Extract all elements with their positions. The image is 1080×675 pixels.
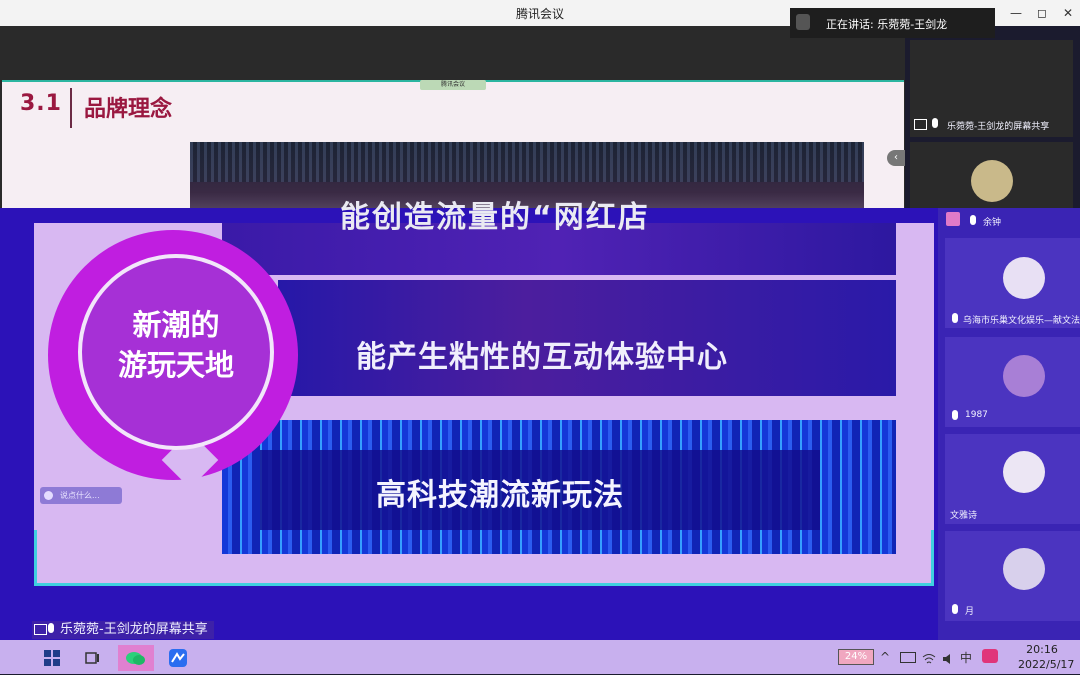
collapse-arrow-icon[interactable]: ‹: [887, 150, 905, 166]
avatar: [1003, 548, 1045, 590]
mic-off-icon: [952, 313, 958, 323]
ime-indicator[interactable]: 中: [960, 649, 972, 666]
clock[interactable]: 20:16 2022/5/17: [1018, 642, 1075, 672]
avatar: [1003, 451, 1045, 493]
participant-name: 乌海市乐巢文化娱乐—献文法: [963, 316, 1080, 326]
volume-icon[interactable]: [942, 650, 954, 664]
mic-off-icon: [952, 410, 958, 420]
emoji-icon[interactable]: [44, 491, 53, 500]
clock-date: 2022/5/17: [1018, 658, 1075, 671]
section-name: 品牌理念: [84, 97, 173, 122]
participant-name: 文雅诗: [950, 511, 978, 521]
participant-name: 余钟: [983, 218, 1002, 228]
participant-tile[interactable]: [910, 142, 1073, 212]
tencent-meeting-icon[interactable]: [160, 645, 196, 671]
participant-name: 乐菀菀-王剑龙的屏幕共享: [947, 122, 1050, 132]
participant-name: 月: [965, 607, 975, 617]
screen-share-icon: [914, 119, 927, 130]
circle-text: 新潮的 游玩天地: [117, 308, 234, 382]
section-divider: [70, 88, 72, 128]
mic-icon: [48, 623, 54, 633]
task-view-icon[interactable]: [84, 650, 102, 666]
share-tag[interactable]: 腾讯会议: [420, 80, 486, 90]
mic-icon: [970, 215, 976, 225]
section-number: 3.1: [20, 91, 62, 116]
participant-name: 1987: [965, 410, 988, 420]
speaker-avatar-icon: [796, 14, 810, 30]
clock-time: 20:16: [1026, 643, 1058, 656]
avatar: [971, 62, 1013, 104]
crowd-image: [190, 142, 864, 182]
wechat-icon[interactable]: [118, 645, 154, 671]
avatar: [1003, 355, 1045, 397]
chevron-up-icon[interactable]: ^: [880, 650, 890, 664]
speaking-text: 正在讲话: 乐菀菀-王剑龙: [826, 18, 948, 31]
windows-start-icon[interactable]: [44, 650, 62, 666]
slide-line-1: 能创造流量的“网红店: [340, 200, 650, 235]
mic-icon: [932, 118, 938, 128]
close-button[interactable]: ✕: [1050, 0, 1080, 26]
slide-line-2: 能产生粘性的互动体验中心: [356, 340, 728, 375]
battery-icon[interactable]: [900, 652, 916, 663]
slide-line-3: 高科技潮流新玩法: [376, 478, 624, 513]
battery-indicator[interactable]: 24%: [838, 649, 874, 665]
wifi-icon[interactable]: [922, 650, 936, 664]
share-label: 乐菀菀-王剑龙的屏幕共享: [32, 621, 214, 639]
avatar: [946, 212, 960, 226]
mic-off-icon: [952, 604, 958, 614]
avatar: [971, 160, 1013, 202]
avatar: [1003, 257, 1045, 299]
sogou-input-icon[interactable]: [982, 649, 998, 663]
screen-share-icon: [34, 624, 47, 635]
